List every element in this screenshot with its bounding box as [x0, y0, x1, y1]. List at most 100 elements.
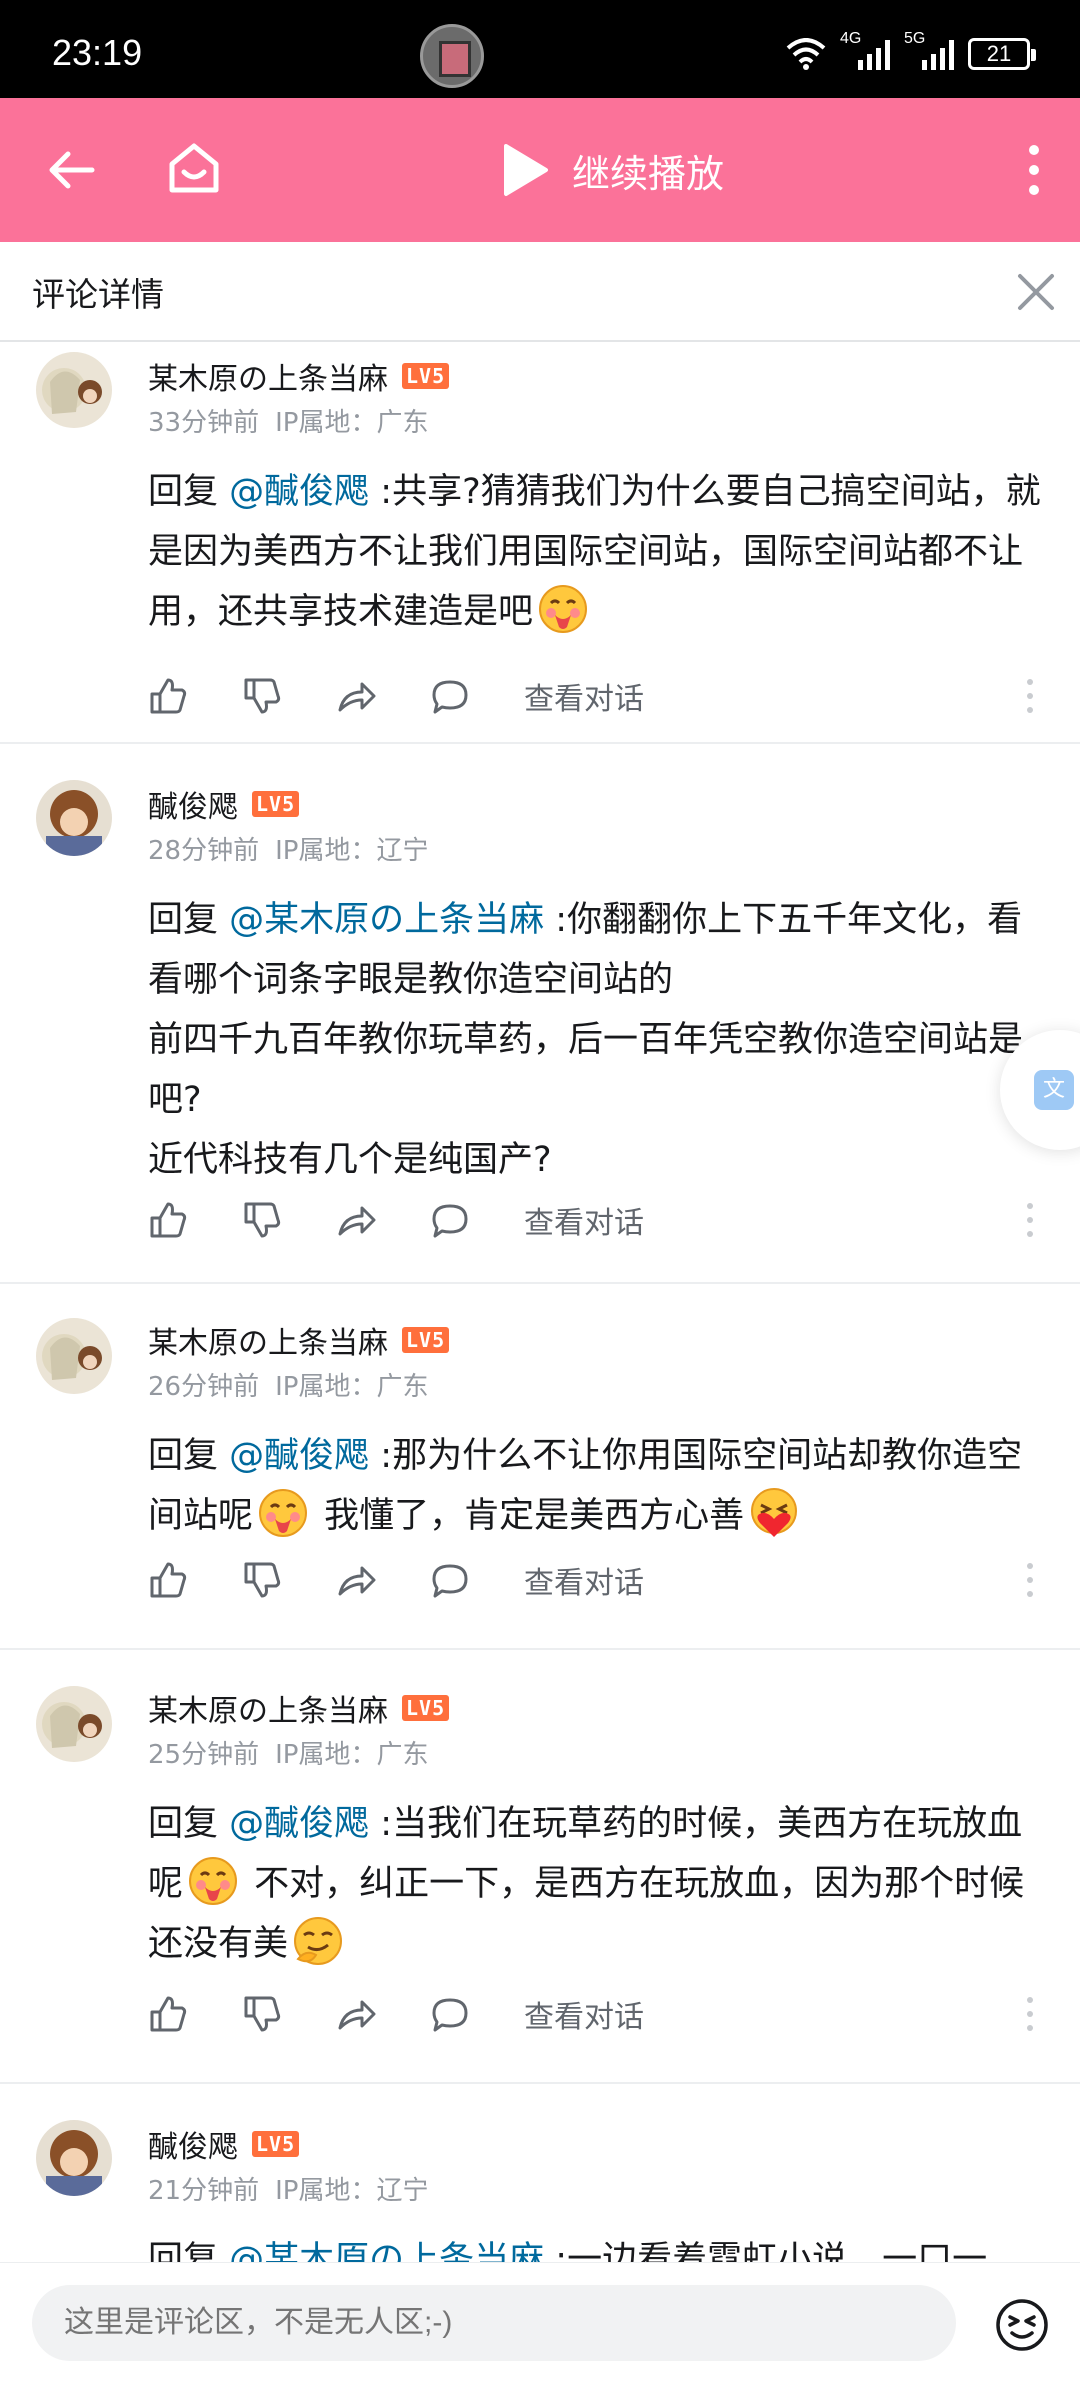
comment-actions: 查看对话	[148, 1554, 1033, 1606]
play-icon	[504, 144, 548, 196]
like-icon[interactable]	[148, 1560, 188, 1600]
comment-item: 醎俊飔 LV5 21分钟前 IP属地：辽宁 回复 @某木原の上条当麻 :一边看着霓…	[0, 2084, 1080, 2262]
comment-time: 21分钟前	[148, 2176, 260, 2206]
status-bar: 23:19 4G 5G 21	[0, 0, 1080, 98]
close-icon[interactable]	[1012, 268, 1060, 316]
comment-meta: 21分钟前 IP属地：辽宁	[148, 2170, 428, 2207]
mention-link[interactable]: @某木原の上条当麻	[229, 900, 544, 940]
comment-username[interactable]: 醎俊飔 LV5	[148, 2122, 300, 2166]
mention-link[interactable]: @醎俊飔	[229, 1436, 369, 1476]
translate-icon: 文	[1034, 1070, 1074, 1110]
more-vert-icon[interactable]	[1024, 144, 1044, 196]
comment-actions: 查看对话	[148, 670, 1033, 722]
comment-text[interactable]: 回复 @醎俊飔 :共享?猜猜我们为什么要自己搞空间站，就是因为美西方不让我们用国…	[148, 462, 1048, 642]
avatar[interactable]	[36, 352, 112, 428]
comment-ip: IP属地：广东	[275, 1740, 429, 1770]
continue-play-label: 继续播放	[572, 151, 725, 196]
comment-username[interactable]: 某木原の上条当麻 LV5	[148, 354, 450, 398]
comment-actions: 查看对话	[148, 1988, 1033, 2040]
comment-time: 28分钟前	[148, 836, 260, 866]
comment-ip: IP属地：广东	[275, 1372, 429, 1402]
share-icon[interactable]	[336, 1560, 376, 1600]
share-icon[interactable]	[336, 676, 376, 716]
comment-meta: 28分钟前 IP属地：辽宁	[148, 830, 428, 867]
emoji-tongue-icon	[189, 1857, 238, 1905]
battery-icon: 21	[968, 38, 1036, 70]
reply-bubble-icon[interactable]	[430, 1200, 470, 1240]
comment-meta: 33分钟前 IP属地：广东	[148, 402, 428, 439]
level-badge: LV5	[252, 791, 300, 817]
emoji-tongue-icon	[539, 585, 588, 633]
comment-ip: IP属地：辽宁	[275, 2176, 429, 2206]
comment-text[interactable]: 回复 @醎俊飔 :那为什么不让你用国际空间站却教你造空间站呢 我懂了，肯定是美西…	[148, 1426, 1048, 1546]
comment-detail-header: 评论详情	[0, 242, 1080, 342]
like-icon[interactable]	[148, 1200, 188, 1240]
comment-input-bar	[0, 2262, 1080, 2388]
wifi-icon	[786, 38, 826, 70]
like-icon[interactable]	[148, 676, 188, 716]
comment-time: 25分钟前	[148, 1740, 260, 1770]
dislike-icon[interactable]	[242, 1560, 282, 1600]
signal-4g-icon: 4G	[840, 30, 890, 70]
comment-meta: 26分钟前 IP属地：广东	[148, 1366, 428, 1403]
share-icon[interactable]	[336, 1994, 376, 2034]
dislike-icon[interactable]	[242, 676, 282, 716]
share-icon[interactable]	[336, 1200, 376, 1240]
emoji-picker-icon[interactable]	[994, 2297, 1050, 2353]
comment-text[interactable]: 回复 @某木原の上条当麻 :一边看着霓虹小说，一口一	[148, 2230, 1048, 2262]
comment-actions: 查看对话	[148, 1194, 1033, 1246]
level-badge: LV5	[402, 363, 450, 389]
comment-time: 26分钟前	[148, 1372, 260, 1402]
avatar[interactable]	[36, 780, 112, 856]
more-options-icon[interactable]	[1024, 1994, 1036, 2034]
comment-ip: IP属地：辽宁	[275, 836, 429, 866]
comment-username[interactable]: 醎俊飔 LV5	[148, 782, 300, 826]
top-app-bar: 继续播放	[0, 98, 1080, 242]
level-badge: LV5	[252, 2131, 300, 2157]
reply-bubble-icon[interactable]	[430, 1560, 470, 1600]
emoji-heart-icon	[751, 1488, 798, 1537]
avatar[interactable]	[36, 2120, 112, 2196]
comment-item: 某木原の上条当麻 LV5 26分钟前 IP属地：广东 回复 @醎俊飔 :那为什么不…	[0, 1284, 1080, 1650]
comment-text[interactable]: 回复 @醎俊飔 :当我们在玩草药的时候，美西方在玩放血呢 不对，纠正一下，是西方…	[148, 1794, 1048, 1974]
status-icons: 4G 5G 21	[786, 30, 1036, 74]
more-options-icon[interactable]	[1024, 676, 1036, 716]
dislike-icon[interactable]	[242, 1994, 282, 2034]
more-options-icon[interactable]	[1024, 1200, 1036, 1240]
mention-link[interactable]: @某木原の上条当麻	[229, 2240, 544, 2262]
notification-thumbnail-icon	[420, 24, 484, 88]
comment-username[interactable]: 某木原の上条当麻 LV5	[148, 1318, 450, 1362]
avatar[interactable]	[36, 1318, 112, 1394]
home-icon[interactable]	[164, 138, 224, 198]
comment-item: 醎俊飔 LV5 28分钟前 IP属地：辽宁 回复 @某木原の上条当麻 :你翻翻你上…	[0, 744, 1080, 1284]
page-title: 评论详情	[32, 275, 164, 314]
more-options-icon[interactable]	[1024, 1560, 1036, 1600]
view-conversation-link[interactable]: 查看对话	[524, 1992, 644, 2036]
view-conversation-link[interactable]: 查看对话	[524, 1198, 644, 1242]
comment-username[interactable]: 某木原の上条当麻 LV5	[148, 1686, 450, 1730]
comment-ip: IP属地：广东	[275, 408, 429, 438]
level-badge: LV5	[402, 1327, 450, 1353]
comment-item: 某木原の上条当麻 LV5 33分钟前 IP属地：广东 回复 @醎俊飔 :共享?猜猜…	[0, 344, 1080, 744]
reply-bubble-icon[interactable]	[430, 1994, 470, 2034]
view-conversation-link[interactable]: 查看对话	[524, 1558, 644, 1602]
mention-link[interactable]: @醎俊飔	[229, 472, 369, 512]
dislike-icon[interactable]	[242, 1200, 282, 1240]
status-time: 23:19	[52, 32, 143, 73]
comment-item: 某木原の上条当麻 LV5 25分钟前 IP属地：广东 回复 @醎俊飔 :当我们在玩…	[0, 1650, 1080, 2084]
back-arrow-icon[interactable]	[44, 142, 100, 198]
avatar[interactable]	[36, 1686, 112, 1762]
reply-bubble-icon[interactable]	[430, 676, 470, 716]
comment-meta: 25分钟前 IP属地：广东	[148, 1734, 428, 1771]
mention-link[interactable]: @醎俊飔	[229, 1804, 369, 1844]
level-badge: LV5	[402, 1695, 450, 1721]
comment-list[interactable]: 某木原の上条当麻 LV5 33分钟前 IP属地：广东 回复 @醎俊飔 :共享?猜猜…	[0, 344, 1080, 2262]
signal-5g-icon: 5G	[904, 30, 954, 70]
like-icon[interactable]	[148, 1994, 188, 2034]
comment-time: 33分钟前	[148, 408, 260, 438]
comment-input[interactable]	[32, 2285, 956, 2361]
continue-play-button[interactable]: 继续播放	[500, 142, 724, 198]
emoji-smirk-icon	[294, 1917, 343, 1965]
comment-text[interactable]: 回复 @某木原の上条当麻 :你翻翻你上下五千年文化，看看哪个词条字眼是教你造空间…	[148, 890, 1048, 1190]
view-conversation-link[interactable]: 查看对话	[524, 674, 644, 718]
